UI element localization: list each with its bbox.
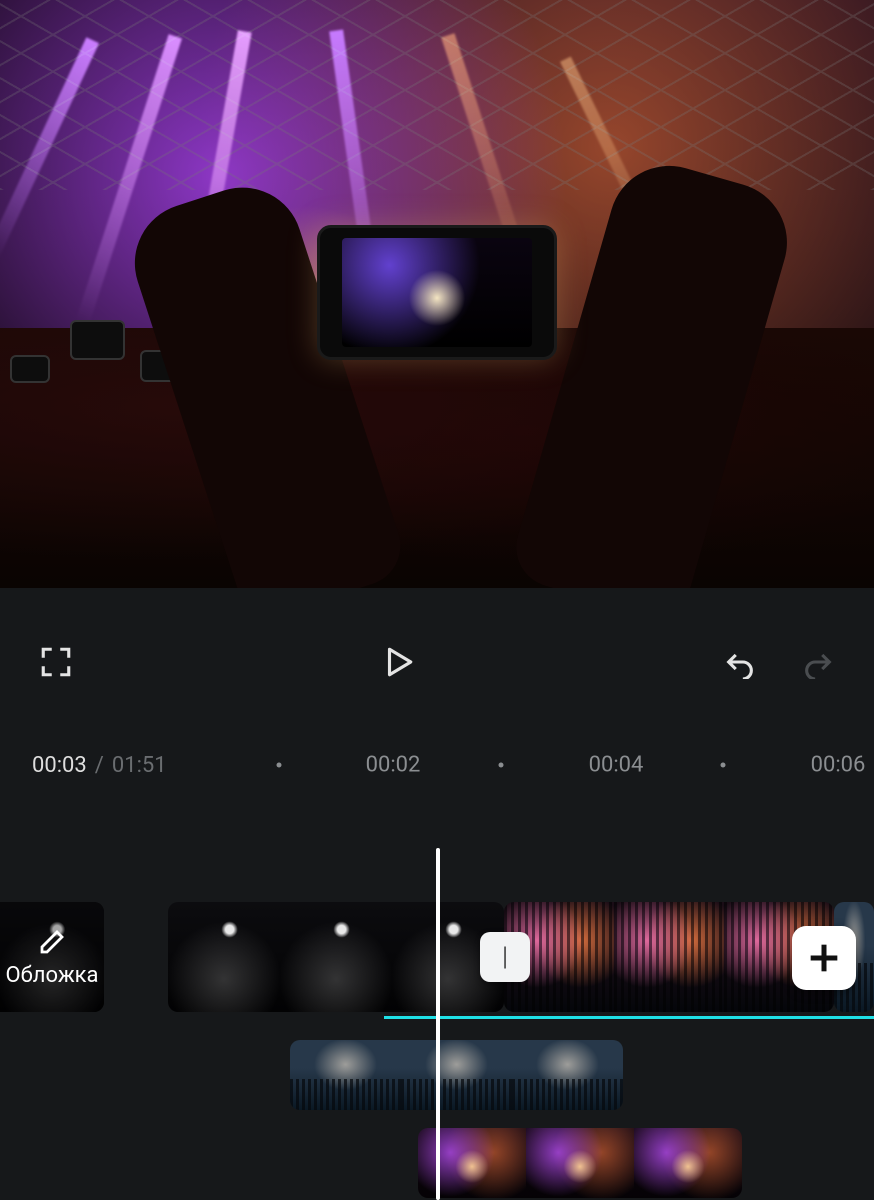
transition-glyph: | — [502, 942, 508, 972]
clip-frame — [280, 902, 392, 1012]
video-preview[interactable] — [0, 0, 874, 588]
crowd-phone — [10, 355, 50, 383]
playhead[interactable] — [436, 848, 440, 1200]
clip-frame — [512, 1040, 623, 1110]
fullscreen-icon — [39, 645, 73, 679]
audio-indicator — [384, 1016, 874, 1019]
ruler-label: 00:04 — [589, 753, 644, 778]
play-button[interactable] — [378, 642, 418, 682]
clip[interactable] — [418, 1128, 742, 1198]
redo-button[interactable] — [798, 642, 838, 682]
playback-controls — [0, 588, 874, 736]
undo-button[interactable] — [720, 642, 760, 682]
ruler-label: 00:02 — [366, 753, 421, 778]
clip-frame — [401, 1040, 512, 1110]
timeline[interactable]: Обложка | — [0, 794, 874, 1200]
transition-button[interactable]: | — [480, 932, 530, 982]
undo-icon — [723, 645, 757, 679]
play-icon — [381, 645, 415, 679]
add-clip-button[interactable] — [792, 926, 856, 990]
ruler-dot — [277, 763, 282, 768]
phone-in-hands — [317, 225, 557, 360]
clip-frame — [614, 902, 724, 1012]
time-ruler[interactable]: 00:03 / 01:51 00:02 00:04 00:06 — [0, 736, 874, 794]
clip-frame — [168, 902, 280, 1012]
clip-frame — [290, 1040, 401, 1110]
clip[interactable] — [168, 902, 504, 1012]
time-separator: / — [95, 753, 104, 778]
current-time: 00:03 — [32, 753, 87, 778]
crowd-phone — [70, 320, 125, 360]
total-duration: 01:51 — [112, 753, 167, 778]
clip-frame — [526, 1128, 634, 1198]
clip-frame — [418, 1128, 526, 1198]
plus-icon — [804, 938, 844, 978]
ruler-dot — [499, 763, 504, 768]
redo-icon — [801, 645, 835, 679]
ruler-dot — [721, 763, 726, 768]
clip-frame — [634, 1128, 742, 1198]
fullscreen-button[interactable] — [36, 642, 76, 682]
clip[interactable] — [504, 902, 834, 1012]
clip[interactable] — [290, 1040, 623, 1110]
ruler-label: 00:06 — [811, 753, 866, 778]
